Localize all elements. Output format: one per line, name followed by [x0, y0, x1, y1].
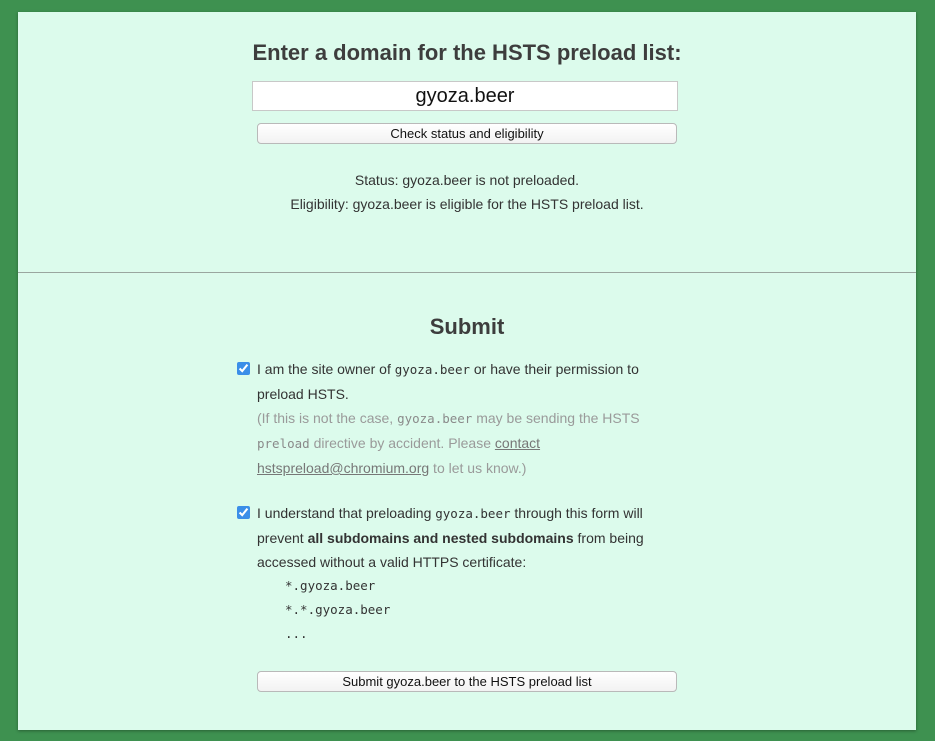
subdomain-example: *.*.gyoza.beer [285, 602, 391, 617]
submit-heading: Submit [429, 314, 505, 339]
owner-note: (If this is not the case, gyoza.beer may… [257, 410, 640, 476]
owner-checkbox[interactable] [237, 362, 250, 375]
subdomain-checkbox[interactable] [237, 506, 250, 519]
subdomain-domain: gyoza.beer [435, 506, 511, 521]
note-before: (If this is not the case, [257, 410, 398, 426]
subdomain-text-before: I understand that preloading [257, 505, 436, 521]
email-link[interactable]: hstspreload@chromium.org [257, 460, 429, 476]
submit-domain-button[interactable]: Submit gyoza.beer to the HSTS preload li… [257, 671, 677, 692]
eligibility-text: Eligibility: gyoza.beer is eligible for … [290, 196, 644, 212]
note-end: to let us know.) [429, 460, 527, 476]
owner-domain: gyoza.beer [394, 362, 470, 377]
note-after: directive by accident. Please [309, 435, 495, 451]
lookup-heading: Enter a domain for the HSTS preload list… [252, 40, 682, 65]
subdomain-example: *.gyoza.beer [285, 578, 376, 593]
note-domain: gyoza.beer [397, 411, 473, 426]
subdomain-example: ... [285, 626, 308, 641]
note-preload-code: preload [257, 436, 310, 451]
owner-text-before: I am the site owner of [257, 361, 395, 377]
contact-link[interactable]: contact [495, 435, 540, 451]
status-text: Status: gyoza.beer is not preloaded. [354, 172, 580, 188]
check-status-button[interactable]: Check status and eligibility [257, 123, 677, 144]
subdomain-example-list: *.gyoza.beer *.*.gyoza.beer ... [257, 574, 667, 646]
main-card: Enter a domain for the HSTS preload list… [18, 12, 916, 730]
owner-checkbox-label: I am the site owner of gyoza.beer or hav… [257, 357, 667, 480]
lookup-section: Enter a domain for the HSTS preload list… [18, 12, 916, 272]
domain-input[interactable] [252, 81, 678, 111]
subdomain-checkbox-label: I understand that preloading gyoza.beer … [257, 501, 667, 646]
section-divider [18, 272, 916, 273]
subdomain-bold-text: all subdomains and nested subdomains [307, 530, 574, 546]
note-middle: may be sending the HSTS [472, 410, 640, 426]
